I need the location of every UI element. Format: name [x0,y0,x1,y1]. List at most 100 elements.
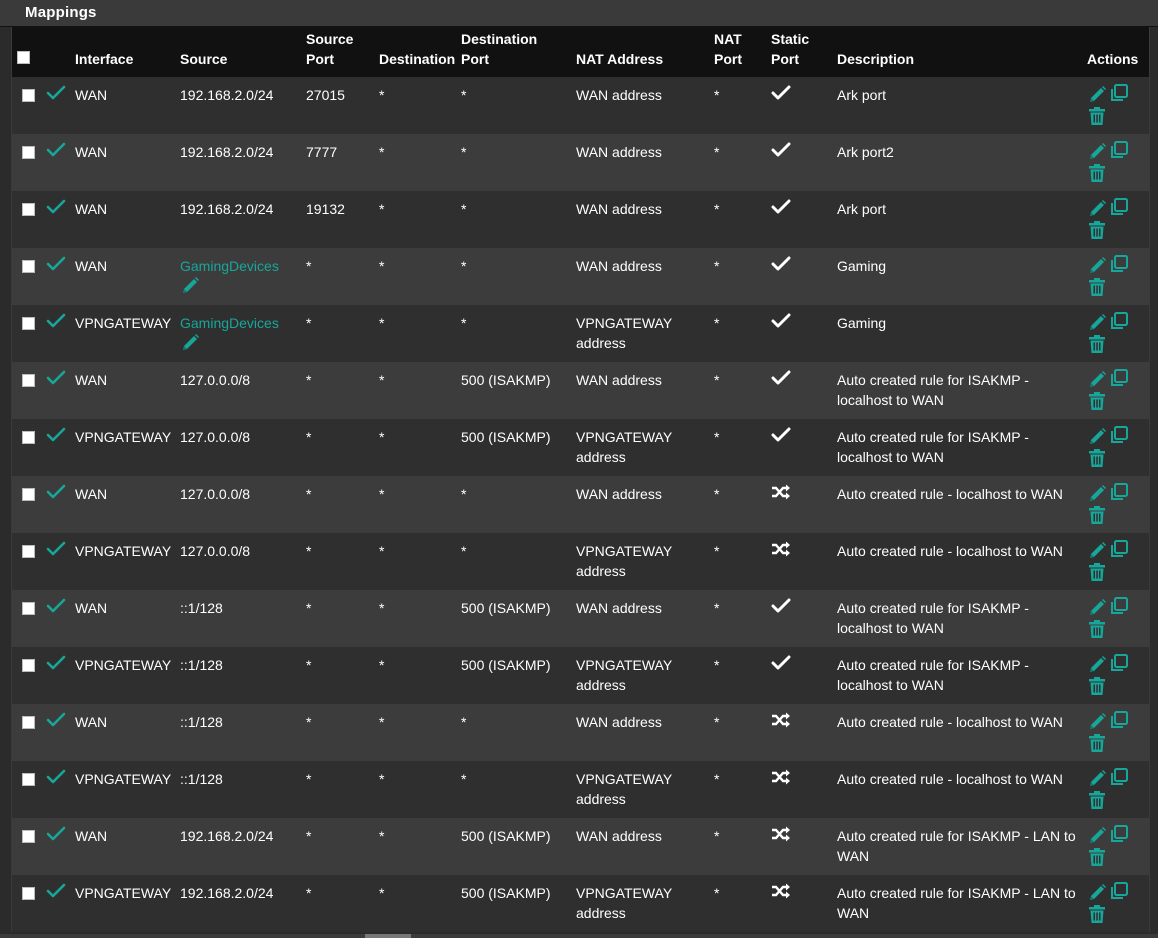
table-row[interactable]: VPNGATEWAY 127.0.0.0/8 * * * VPNGATEWAY addre… [12,533,1149,590]
pencil-icon[interactable] [180,333,200,358]
row-checkbox[interactable] [22,830,35,843]
source-port-cell: * [302,704,375,761]
row-checkbox[interactable] [22,431,35,444]
table-row[interactable]: WAN 127.0.0.0/8 * * 500 (ISAKMP) WAN address *… [12,362,1149,419]
enabled-check-icon[interactable] [46,370,66,391]
interface-value: WAN [75,372,108,388]
enabled-check-icon[interactable] [46,598,66,619]
col-description[interactable]: Description [833,27,1083,77]
enabled-check-icon[interactable] [46,484,66,505]
enabled-check-icon[interactable] [46,199,66,220]
row-checkbox[interactable] [22,203,35,216]
row-checkbox[interactable] [22,887,35,900]
select-all-checkbox[interactable] [17,51,30,64]
copy-icon[interactable] [1109,824,1129,849]
row-checkbox[interactable] [22,260,35,273]
pencil-icon[interactable] [180,276,200,301]
trash-icon[interactable] [1088,391,1106,416]
static-port-cell [767,761,833,818]
destination-cell: * [375,590,457,647]
row-checkbox[interactable] [22,545,35,558]
source-alias-link[interactable]: GamingDevices [180,315,279,331]
destination-cell: * [375,248,457,305]
enabled-check-icon[interactable] [46,85,66,106]
col-nat-port[interactable]: NAT Port [710,27,767,77]
copy-icon[interactable] [1109,83,1129,108]
copy-icon[interactable] [1109,710,1129,735]
scrollbar-thumb[interactable] [365,934,411,938]
trash-icon[interactable] [1088,277,1106,302]
table-row[interactable]: VPNGATEWAY GamingDevices * * * VPNGATEWAY add… [12,305,1149,362]
copy-icon[interactable] [1109,596,1129,621]
trash-icon[interactable] [1088,220,1106,245]
trash-icon[interactable] [1088,904,1106,929]
copy-icon[interactable] [1109,197,1129,222]
copy-icon[interactable] [1109,425,1129,450]
row-checkbox[interactable] [22,488,35,501]
source-alias-link[interactable]: GamingDevices [180,258,279,274]
col-source[interactable]: Source [176,27,302,77]
nat-address-cell: VPNGATEWAY address [572,305,710,362]
copy-icon[interactable] [1109,368,1129,393]
trash-icon[interactable] [1088,505,1106,530]
enabled-check-icon[interactable] [46,256,66,277]
row-checkbox[interactable] [22,89,35,102]
row-checkbox[interactable] [22,317,35,330]
row-checkbox[interactable] [22,602,35,615]
col-source-port[interactable]: Source Port [302,27,375,77]
row-checkbox[interactable] [22,659,35,672]
copy-icon[interactable] [1109,254,1129,279]
table-row[interactable]: WAN 192.168.2.0/24 7777 * * WAN address * Ark p… [12,134,1149,191]
table-row[interactable]: VPNGATEWAY 127.0.0.0/8 * * 500 (ISAKMP) VPNGA… [12,419,1149,476]
copy-icon[interactable] [1109,653,1129,678]
table-row[interactable]: VPNGATEWAY::1/128 * * 500 (ISAKMP) VPNGATEWA… [12,647,1149,704]
enabled-check-icon[interactable] [46,655,66,676]
table-row[interactable]: WAN::1/128 * * 500 (ISAKMP) WAN address * Auto… [12,590,1149,647]
table-row[interactable]: VPNGATEWAY::1/128 * * * VPNGATEWAY address * A… [12,761,1149,818]
enabled-check-icon[interactable] [46,541,66,562]
enabled-check-icon[interactable] [46,883,66,904]
row-checkbox[interactable] [22,374,35,387]
trash-icon[interactable] [1088,448,1106,473]
table-row[interactable]: WAN 192.168.2.0/24 27015 * * WAN address * Ark … [12,77,1149,134]
col-interface[interactable]: Interface [71,27,176,77]
table-row[interactable]: VPNGATEWAY 192.168.2.0/24 * * 500 (ISAKMP) VP… [12,875,1149,932]
table-row[interactable]: WAN 192.168.2.0/24 19132 * * WAN address * Ark … [12,191,1149,248]
horizontal-scrollbar[interactable] [0,934,1158,938]
row-checkbox[interactable] [22,716,35,729]
enabled-check-icon[interactable] [46,826,66,847]
static-port-cell [767,476,833,533]
enabled-check-icon[interactable] [46,712,66,733]
enabled-check-icon[interactable] [46,313,66,334]
copy-icon[interactable] [1109,767,1129,792]
row-checkbox[interactable] [22,773,35,786]
trash-icon[interactable] [1088,106,1106,131]
static-port-cell [767,191,833,248]
col-destination[interactable]: Destination [375,27,457,77]
table-row[interactable]: WAN 127.0.0.0/8 * * * WAN address * Auto create… [12,476,1149,533]
col-destination-port[interactable]: Destination Port [457,27,572,77]
copy-icon[interactable] [1109,311,1129,336]
trash-icon[interactable] [1088,334,1106,359]
trash-icon[interactable] [1088,790,1106,815]
nat-address-cell: WAN address [572,704,710,761]
trash-icon[interactable] [1088,619,1106,644]
table-row[interactable]: WAN::1/128 * * * WAN address * Auto created ru… [12,704,1149,761]
trash-icon[interactable] [1088,847,1106,872]
enabled-check-icon[interactable] [46,427,66,448]
trash-icon[interactable] [1088,676,1106,701]
row-checkbox[interactable] [22,146,35,159]
trash-icon[interactable] [1088,733,1106,758]
enabled-check-icon[interactable] [46,769,66,790]
enabled-check-icon[interactable] [46,142,66,163]
copy-icon[interactable] [1109,482,1129,507]
col-nat-address[interactable]: NAT Address [572,27,710,77]
trash-icon[interactable] [1088,163,1106,188]
trash-icon[interactable] [1088,562,1106,587]
copy-icon[interactable] [1109,539,1129,564]
copy-icon[interactable] [1109,140,1129,165]
copy-icon[interactable] [1109,881,1129,906]
table-row[interactable]: WAN 192.168.2.0/24 * * 500 (ISAKMP) WAN addre… [12,818,1149,875]
col-static-port[interactable]: Static Port [767,27,833,77]
table-row[interactable]: WAN GamingDevices * * * WAN address * Gaming [12,248,1149,305]
